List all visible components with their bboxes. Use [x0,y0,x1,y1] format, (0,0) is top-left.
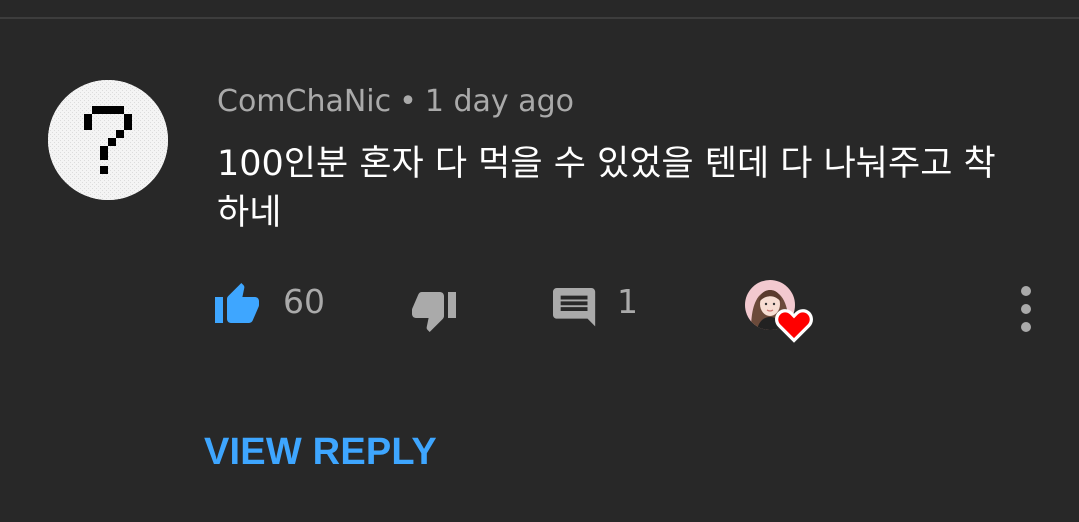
view-reply-button[interactable]: VIEW REPLY [204,430,437,474]
divider [0,17,1079,19]
comment-timestamp: 1 day ago [424,84,574,119]
more-options-button[interactable] [1012,284,1040,334]
avatar[interactable] [48,80,168,200]
dislike-button[interactable] [408,292,456,336]
comment-actions: 60 1 [0,276,1079,343]
more-vertical-icon [1021,286,1031,332]
author-name[interactable]: ComChaNic [217,84,391,119]
comment-icon [553,288,596,327]
reply-button[interactable] [553,288,599,334]
heart-icon [775,309,813,343]
like-button[interactable] [215,279,263,323]
meta-separator: • [399,84,417,119]
comment-meta: ComChaNic • 1 day ago [217,82,574,122]
creator-heart-badge [745,280,815,344]
comment-text: 100인분 혼자 다 먹을 수 있었을 텐데 다 나눠주고 착하네 [217,144,996,233]
reply-count: 1 [617,282,638,321]
thumbs-up-icon [215,283,259,323]
comment-screen: ComChaNic • 1 day ago 100인분 혼자 다 먹을 수 있었을 … [0,0,1079,522]
like-count: 60 [283,282,325,321]
thumbs-down-icon [412,292,456,332]
question-mark-icon [48,80,168,200]
